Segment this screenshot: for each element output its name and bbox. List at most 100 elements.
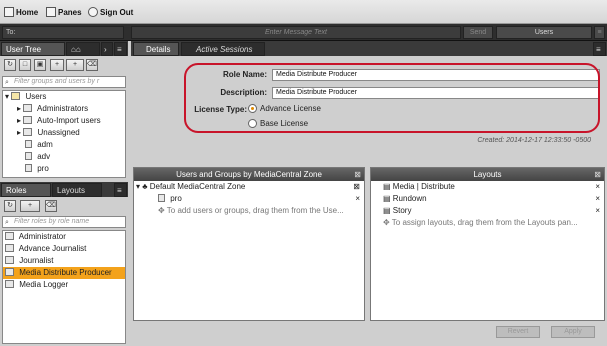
layout-label: Media | Distribute [392, 182, 455, 191]
group-icon [23, 104, 33, 112]
zone-icon: ♣ [142, 182, 148, 191]
send-button[interactable]: Send [463, 26, 493, 39]
tree-item-pro[interactable]: pro [3, 163, 125, 175]
details-menu-button[interactable]: ≡ [593, 42, 606, 56]
role-item[interactable]: Advance Journalist [3, 243, 125, 255]
remove-user-icon[interactable]: × [355, 193, 360, 205]
role-item-selected[interactable]: Media Distribute Producer [3, 267, 125, 279]
to-label: To: [6, 29, 16, 36]
layout-label: Rundown [392, 194, 427, 203]
add-role-icon[interactable]: + [20, 200, 40, 212]
user-icon [25, 152, 32, 160]
to-field[interactable]: To: [2, 26, 124, 39]
tree-item-label: adm [37, 140, 53, 149]
tab-secondary[interactable]: ⌂⌂ [66, 42, 100, 56]
apply-button[interactable]: Apply [551, 326, 595, 338]
tab-details[interactable]: Details [133, 42, 179, 56]
users-select[interactable]: Users [496, 26, 592, 39]
layouts-title: Layouts [473, 170, 502, 179]
home-button[interactable]: Home [4, 6, 38, 18]
user-tree-toolbar: ↻ □ ▣ + + ⌫ [0, 58, 128, 72]
zone-user-label: pro [170, 194, 182, 203]
role-item-label: Media Logger [19, 280, 69, 289]
tab-roles[interactable]: Roles [1, 183, 51, 197]
collapse-icon[interactable]: □ [19, 59, 31, 71]
panes-button[interactable]: Panes [46, 6, 82, 18]
remove-all-icon[interactable]: ⊠ [354, 168, 361, 181]
roles-menu-button[interactable]: ≡ [114, 183, 127, 197]
tab-roles-label: Roles [6, 186, 27, 195]
delete-role-icon[interactable]: ⌫ [45, 200, 57, 212]
users-select-value: Users [534, 29, 554, 36]
layout-label: Story [392, 206, 412, 215]
group-tab-icon: ⌂⌂ [71, 45, 81, 54]
users-groups-panel: Users and Groups by MediaCentral Zone ⊠ … [133, 167, 365, 321]
remove-layout-icon[interactable]: × [595, 193, 600, 205]
tree-item-unassigned[interactable]: ▸ Unassigned [3, 127, 125, 139]
tree-item-label: Unassigned [37, 128, 80, 137]
message-menu-button[interactable]: ≡ [594, 26, 605, 39]
refresh-icon[interactable]: ↻ [4, 200, 16, 212]
expand-arrow-icon: ▸ [17, 128, 22, 137]
panes-icon [46, 7, 56, 17]
add-user-icon[interactable]: + [66, 59, 84, 71]
zone-row[interactable]: ▾ ♣ Default MediaCentral Zone ⊠ [134, 181, 364, 193]
user-icon [25, 164, 32, 172]
sign-out-icon [88, 7, 98, 17]
roles-tabs: Roles Layouts ≡ [0, 182, 128, 197]
sign-out-button[interactable]: Sign Out [88, 6, 133, 18]
role-item[interactable]: Journalist [3, 255, 125, 267]
panes-label: Panes [58, 7, 82, 17]
message-input[interactable]: Enter Message Text [131, 26, 461, 39]
roles-list: Administrator Advance Journalist Journal… [2, 230, 126, 344]
tree-item-users[interactable]: ▾ Users [3, 91, 125, 103]
tabs-overflow-button[interactable]: › [101, 42, 113, 56]
revert-button[interactable]: Revert [496, 326, 540, 338]
tab-layouts[interactable]: Layouts [52, 183, 102, 197]
tab-user-tree-label: User Tree [6, 45, 42, 54]
remove-layout-icon[interactable]: × [595, 181, 600, 193]
tree-item-adm[interactable]: adm [3, 139, 125, 151]
group-icon [23, 128, 33, 136]
layout-row[interactable]: ▤ Story × [371, 205, 604, 217]
role-item-label: Journalist [19, 256, 54, 265]
remove-all-icon[interactable]: ⊠ [594, 168, 601, 181]
remove-layout-icon[interactable]: × [595, 205, 600, 217]
tab-layouts-label: Layouts [57, 186, 86, 195]
expand-icon[interactable]: ▣ [34, 59, 46, 71]
user-tree-filter[interactable]: ⌕ Filter groups and users by r [2, 76, 126, 88]
users-groups-header: Users and Groups by MediaCentral Zone ⊠ [134, 168, 364, 181]
role-icon [5, 232, 14, 240]
add-hint-icon: ✥ [158, 206, 167, 215]
add-group-icon[interactable]: + [50, 59, 64, 71]
tree-item-adv[interactable]: adv [3, 151, 125, 163]
user-tree-filter-placeholder: Filter groups and users by r [14, 78, 100, 85]
users-groups-hint: To add users or groups, drag them from t… [166, 206, 344, 215]
panel-menu-button[interactable]: ≡ [114, 42, 127, 56]
layouts-hint: To assign layouts, drag them from the La… [391, 218, 578, 227]
remove-icon[interactable]: ⊠ [353, 181, 360, 193]
role-icon [5, 256, 14, 264]
tree-item-label: Administrators [37, 104, 89, 113]
layout-row[interactable]: ▤ Media | Distribute × [371, 181, 604, 193]
role-item-label: Advance Journalist [18, 244, 87, 253]
tree-item-label: Auto-Import users [37, 116, 101, 125]
top-toolbar: Home Panes Sign Out [0, 0, 607, 24]
tab-user-tree[interactable]: User Tree [1, 42, 65, 56]
tree-item-administrators[interactable]: ▸ Administrators [3, 103, 125, 115]
roles-filter[interactable]: ⌕ Filter roles by role name [2, 216, 126, 228]
role-item-label: Administrator [18, 232, 66, 241]
layouts-panel: Layouts ⊠ ▤ Media | Distribute × ▤ Rundo… [370, 167, 605, 321]
layout-row[interactable]: ▤ Rundown × [371, 193, 604, 205]
tree-item-auto-import[interactable]: ▸ Auto-Import users [3, 115, 125, 127]
home-label: Home [16, 7, 39, 17]
role-item[interactable]: Media Logger [3, 279, 125, 291]
role-item[interactable]: Administrator [3, 231, 125, 243]
tab-active-sessions[interactable]: Active Sessions [181, 42, 265, 56]
zone-label: Default MediaCentral Zone [149, 182, 246, 191]
users-groups-hint-row: ✥ To add users or groups, drag them from… [134, 205, 364, 217]
refresh-icon[interactable]: ↻ [4, 59, 16, 71]
delete-icon[interactable]: ⌫ [86, 59, 98, 71]
zone-user-row[interactable]: pro × [134, 193, 364, 205]
layouts-header: Layouts ⊠ [371, 168, 604, 181]
